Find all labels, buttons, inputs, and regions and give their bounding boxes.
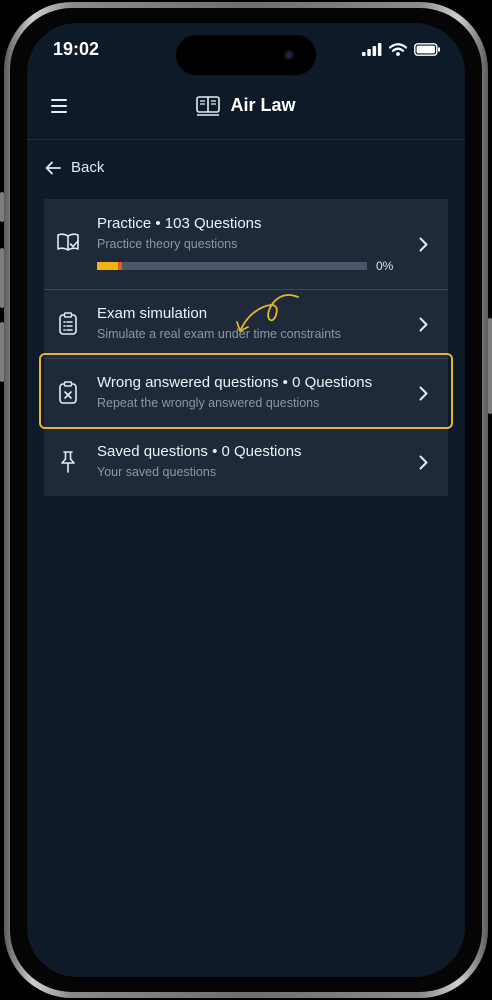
chevron-right-icon bbox=[419, 317, 428, 332]
saved-questions-subtitle: Your saved questions bbox=[97, 465, 217, 479]
clipboard-list-icon bbox=[59, 312, 77, 335]
pin-icon bbox=[61, 451, 75, 473]
header-title-group: Air Law bbox=[27, 95, 465, 116]
signal-icon bbox=[362, 43, 382, 56]
arrow-left-icon bbox=[45, 161, 61, 174]
page-title: Air Law bbox=[230, 95, 296, 115]
progress-fill bbox=[97, 262, 119, 270]
volume-down-button bbox=[0, 322, 4, 382]
back-button[interactable]: Back bbox=[45, 159, 104, 176]
practice-subtitle: Practice theory questions bbox=[97, 237, 238, 251]
arrow-annotation-icon bbox=[236, 294, 299, 332]
practice-progress-label: 0% bbox=[376, 259, 394, 273]
list-item-practice[interactable]: Practice • 103 Questions Practice theory… bbox=[44, 199, 448, 290]
back-label: Back bbox=[71, 159, 105, 176]
dynamic-island bbox=[176, 35, 316, 75]
volume-up-button bbox=[0, 248, 4, 308]
camera-icon bbox=[284, 50, 294, 60]
chevron-right-icon bbox=[419, 455, 428, 470]
mute-switch bbox=[0, 192, 4, 222]
practice-progress-bar bbox=[97, 262, 367, 270]
app-screen: 19:02 Air Law Back Practice • 103 Questi… bbox=[27, 23, 465, 977]
exam-simulation-title: Exam simulation bbox=[97, 305, 208, 322]
saved-questions-title: Saved questions • 0 Questions bbox=[97, 443, 302, 460]
app-header: Air Law bbox=[27, 85, 465, 140]
power-button bbox=[488, 318, 492, 414]
book-check-icon bbox=[57, 233, 79, 251]
chevron-right-icon bbox=[419, 237, 428, 252]
status-time: 19:02 bbox=[53, 39, 100, 59]
practice-title: Practice • 103 Questions bbox=[97, 215, 262, 232]
question-category-list: Practice • 103 Questions Practice theory… bbox=[44, 199, 448, 496]
book-icon bbox=[196, 95, 221, 116]
list-item-saved-questions[interactable]: Saved questions • 0 Questions Your saved… bbox=[44, 428, 448, 496]
battery-icon bbox=[414, 43, 440, 56]
progress-fill-tip bbox=[118, 262, 122, 270]
exam-simulation-subtitle: Simulate a real exam under time constrai… bbox=[97, 327, 341, 341]
wifi-icon bbox=[389, 43, 407, 56]
highlight-box bbox=[39, 353, 453, 429]
status-icons bbox=[362, 43, 441, 56]
